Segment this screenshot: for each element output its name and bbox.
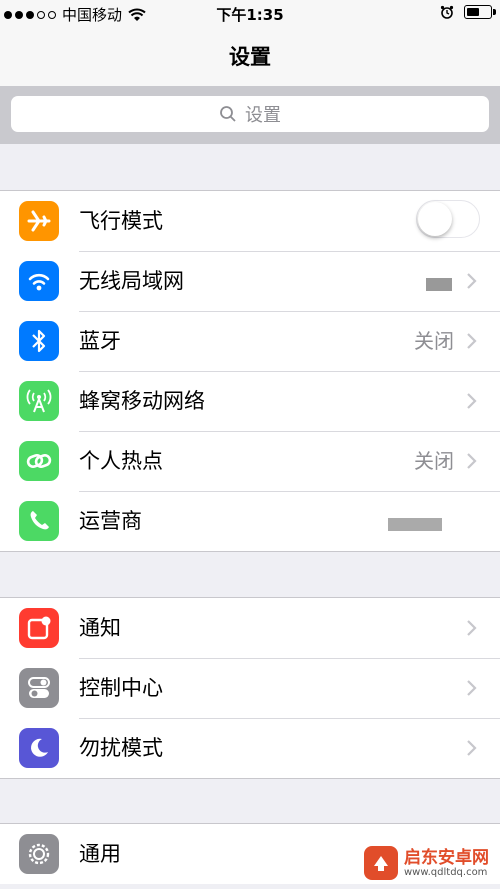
row-label: 运营商 xyxy=(79,509,142,533)
status-right xyxy=(440,5,496,19)
row-control-center[interactable]: 控制中心 xyxy=(0,658,500,718)
search-input[interactable]: 设置 xyxy=(11,96,489,132)
settings-group-connectivity: 飞行模式 无线局域网 蓝牙 关闭 蜂窝移动网络 个人热点 关闭 运营商 xyxy=(0,190,500,552)
chevron-right-icon xyxy=(467,273,477,289)
settings-group-notifications: 通知 控制中心 勿扰模式 xyxy=(0,597,500,779)
row-airplane-mode: 飞行模式 xyxy=(0,191,500,251)
chevron-right-icon xyxy=(467,333,477,349)
row-label: 个人热点 xyxy=(79,449,163,473)
gear-icon xyxy=(19,834,59,874)
status-time: 下午1:35 xyxy=(216,6,284,24)
chevron-right-icon xyxy=(467,453,477,469)
row-label: 通知 xyxy=(79,616,121,640)
chevron-right-icon xyxy=(467,620,477,636)
watermark-badge-icon xyxy=(364,846,398,880)
row-label: 勿扰模式 xyxy=(79,736,163,760)
row-notifications[interactable]: 通知 xyxy=(0,598,500,658)
cellular-icon xyxy=(19,381,59,421)
search-icon xyxy=(220,106,236,122)
moon-icon xyxy=(19,728,59,768)
bluetooth-icon xyxy=(19,321,59,361)
row-cellular[interactable]: 蜂窝移动网络 xyxy=(0,371,500,431)
control-center-icon xyxy=(19,668,59,708)
watermark-logo: 启东安卓网 www.qdltdq.com xyxy=(364,841,494,885)
airplane-icon xyxy=(19,201,59,241)
row-label: 蜂窝移动网络 xyxy=(79,389,205,413)
row-label: 无线局域网 xyxy=(79,269,184,293)
row-hotspot[interactable]: 个人热点 关闭 xyxy=(0,431,500,491)
watermark-text: 启东安卓网 www.qdltdq.com xyxy=(404,849,489,878)
chevron-right-icon xyxy=(467,393,477,409)
hotspot-icon xyxy=(19,441,59,481)
chevron-right-icon xyxy=(467,740,477,756)
watermark-url: www.qdltdq.com xyxy=(404,866,488,878)
chevron-right-icon xyxy=(467,680,477,696)
page-title: 设置 xyxy=(0,28,500,86)
row-label: 控制中心 xyxy=(79,676,163,700)
airplane-mode-toggle[interactable] xyxy=(416,200,480,238)
toggle-knob xyxy=(418,202,452,236)
row-label: 通用 xyxy=(79,842,121,866)
phone-icon xyxy=(19,501,59,541)
status-bar: 中国移动 下午1:35 xyxy=(0,0,500,28)
watermark-title: 启东安卓网 xyxy=(404,847,489,868)
wifi-icon xyxy=(19,261,59,301)
battery-icon xyxy=(464,5,496,19)
search-area: 设置 xyxy=(0,86,500,144)
row-do-not-disturb[interactable]: 勿扰模式 xyxy=(0,718,500,778)
row-value: 关闭 xyxy=(414,329,454,353)
row-carrier[interactable]: 运营商 xyxy=(0,491,500,551)
alarm-icon xyxy=(440,5,454,19)
search-placeholder: 设置 xyxy=(245,105,281,126)
notifications-icon xyxy=(19,608,59,648)
row-label: 蓝牙 xyxy=(79,329,121,353)
row-label: 飞行模式 xyxy=(79,209,163,233)
row-wifi[interactable]: 无线局域网 xyxy=(0,251,500,311)
row-value: 关闭 xyxy=(414,449,454,473)
redacted-value xyxy=(426,278,452,291)
row-bluetooth[interactable]: 蓝牙 关闭 xyxy=(0,311,500,371)
redacted-value xyxy=(388,518,442,531)
